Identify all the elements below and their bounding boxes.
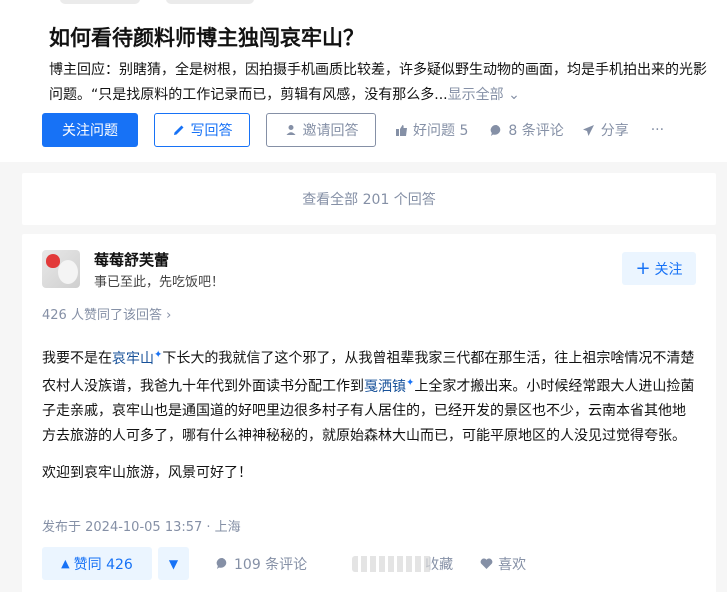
- question-actions: 关注问题 写回答 邀请回答 好问题 5 8 条评论 分享 ···: [42, 113, 664, 147]
- view-all-answers-button[interactable]: 查看全部 201 个回答: [22, 173, 716, 225]
- keyword-link[interactable]: 哀牢山✦: [112, 349, 162, 367]
- voters-link[interactable]: 426 人赞同了该回答 ›: [42, 304, 171, 323]
- answer-footer: ▲ 赞同 426 ▼ 109 条评论 收藏 喜欢: [42, 547, 526, 580]
- question-description-text: 博主回应：别瞎猜，全是树根，因拍摄手机画质比较差，许多疑似野生动物的画面，均是手…: [49, 62, 707, 103]
- question-header: 如何看待颜料师博主独闯哀牢山？ 博主回应：别瞎猜，全是树根，因拍摄手机画质比较差…: [0, 0, 727, 162]
- person-plus-icon: [284, 123, 298, 137]
- comment-bubble-icon: [215, 557, 229, 571]
- author-bio: 事已至此，先吃饭吧！: [94, 275, 225, 290]
- tab-stub: [166, 0, 254, 4]
- like-button[interactable]: 喜欢: [479, 554, 526, 574]
- triangle-down-icon: ▼: [168, 556, 179, 571]
- strawberry-icon: [46, 254, 60, 268]
- share-button[interactable]: 分享: [582, 120, 629, 140]
- question-comments-button[interactable]: 8 条评论: [489, 120, 564, 140]
- paper-plane-icon: [582, 123, 596, 137]
- vote-up-button[interactable]: ▲ 赞同 426: [42, 547, 152, 580]
- pencil-icon: [172, 123, 186, 137]
- good-question-button[interactable]: 好问题 5: [394, 120, 468, 140]
- answer-paragraph: 我要不是在哀牢山✦下长大的我就信了这个邪了，从我曾祖辈我家三代都在那生活，往上祖…: [42, 349, 695, 444]
- heart-icon: [479, 557, 493, 571]
- more-button[interactable]: ···: [651, 122, 664, 138]
- plus-icon: +: [635, 257, 651, 279]
- watermark-overlay: [352, 556, 432, 572]
- answer-paragraph: 欢迎到哀牢山旅游，风景可好了！: [42, 465, 252, 482]
- answer-card: 莓莓舒芙蕾 事已至此，先吃饭吧！ + 关注 426 人赞同了该回答 › 我要不是…: [22, 234, 716, 592]
- thumbs-up-icon: [394, 123, 408, 137]
- question-title: 如何看待颜料师博主独闯哀牢山？: [49, 26, 364, 50]
- follow-question-button[interactable]: 关注问题: [42, 113, 138, 147]
- comment-bubble-icon: [489, 123, 503, 137]
- publish-time[interactable]: 发布于 2024-10-05 13:57 · 上海: [42, 516, 241, 535]
- avatar[interactable]: [42, 250, 80, 288]
- vote-down-button[interactable]: ▼: [158, 547, 189, 580]
- follow-author-button[interactable]: + 关注: [622, 252, 696, 285]
- tab-stub: [60, 0, 140, 4]
- triangle-up-icon: ▲: [61, 557, 70, 570]
- chevron-down-icon: ⌄: [508, 87, 520, 103]
- chevron-right-icon: ›: [166, 308, 172, 323]
- question-description: 博主回应：别瞎猜，全是树根，因拍摄手机画质比较差，许多疑似野生动物的画面，均是手…: [49, 58, 717, 108]
- keyword-link[interactable]: 戛洒镇✦: [364, 377, 414, 395]
- answer-comments-button[interactable]: 109 条评论: [215, 554, 307, 574]
- invite-answer-button[interactable]: 邀请回答: [266, 113, 376, 147]
- avatar-face: [58, 260, 78, 284]
- write-answer-button[interactable]: 写回答: [154, 113, 250, 147]
- author-name[interactable]: 莓莓舒芙蕾: [94, 249, 169, 270]
- answer-content: 我要不是在哀牢山✦下长大的我就信了这个邪了，从我曾祖辈我家三代都在那生活，往上祖…: [42, 343, 698, 486]
- show-all-link[interactable]: 显示全部 ⌄: [448, 87, 520, 103]
